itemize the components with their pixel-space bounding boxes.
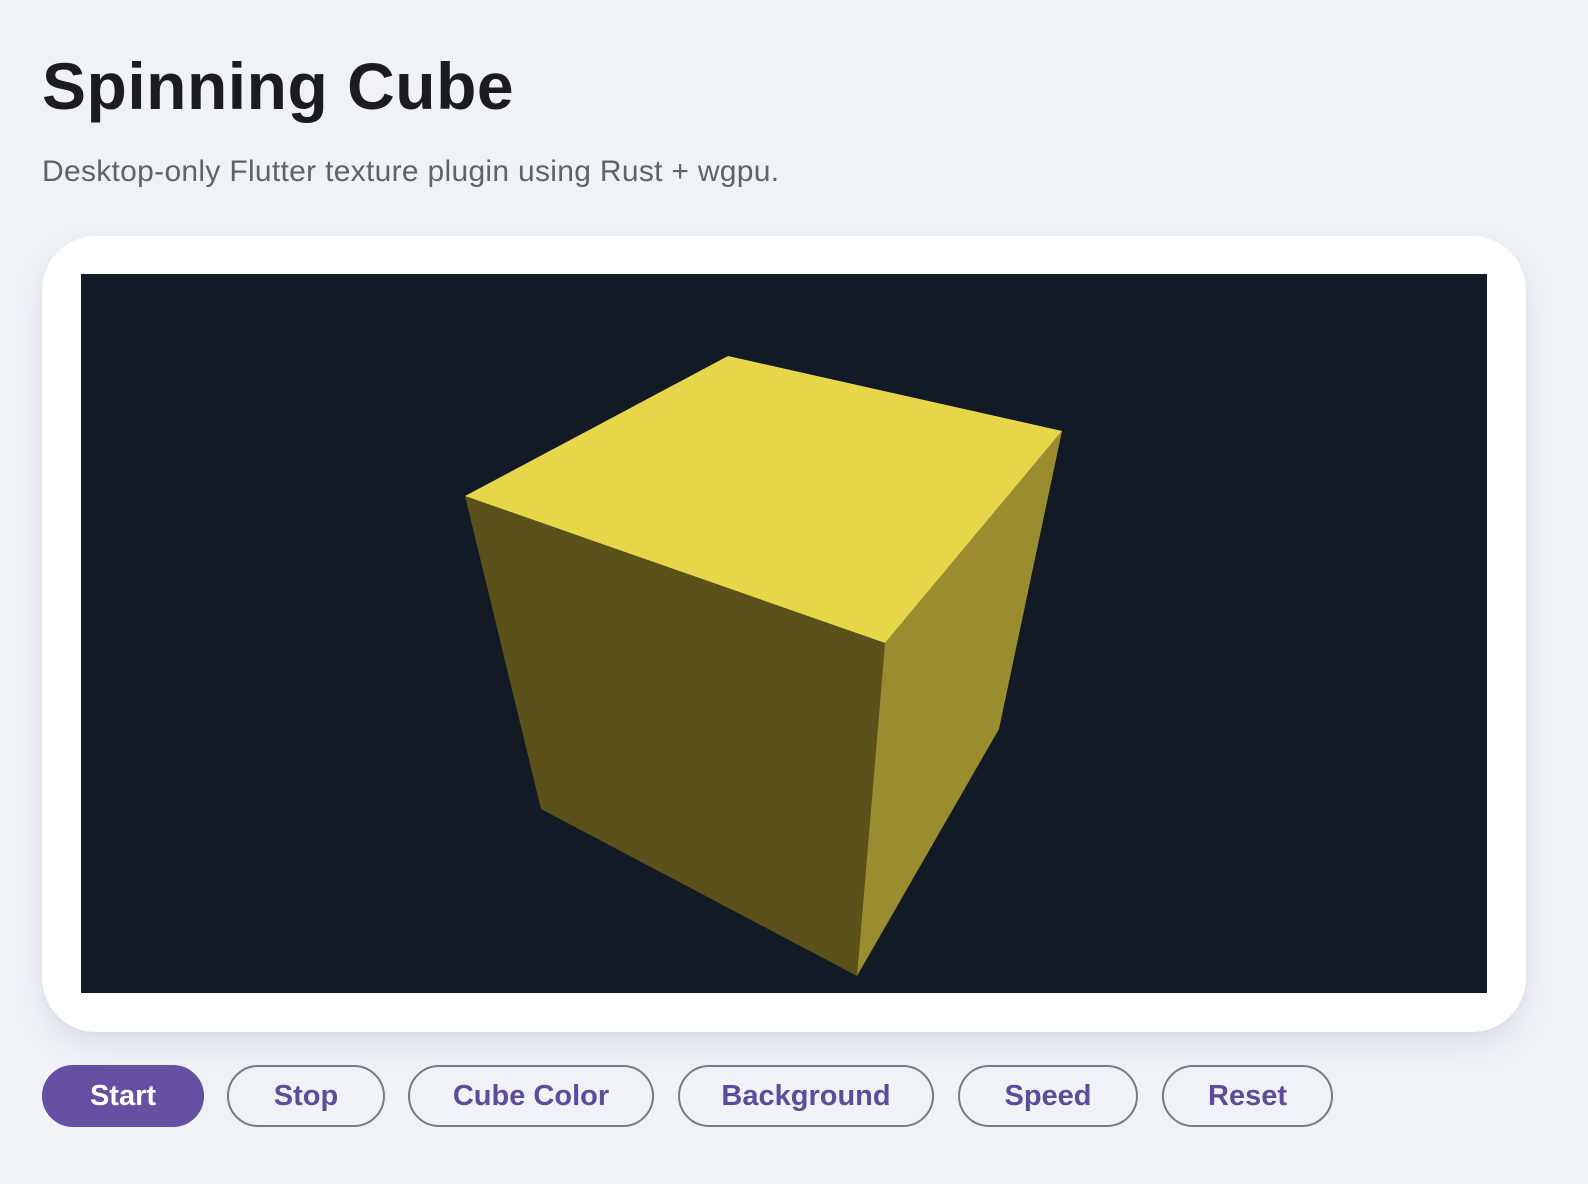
background-button[interactable]: Background (678, 1065, 934, 1127)
page-title: Spinning Cube (42, 49, 515, 123)
start-button[interactable]: Start (42, 1065, 204, 1127)
reset-button[interactable]: Reset (1162, 1065, 1333, 1127)
cube-render (81, 274, 1487, 993)
stop-button[interactable]: Stop (227, 1065, 385, 1127)
speed-button[interactable]: Speed (958, 1065, 1138, 1127)
render-viewport (81, 274, 1487, 993)
page-subtitle: Desktop-only Flutter texture plugin usin… (42, 155, 780, 188)
render-card (42, 236, 1526, 1032)
cube-color-button[interactable]: Cube Color (408, 1065, 654, 1127)
